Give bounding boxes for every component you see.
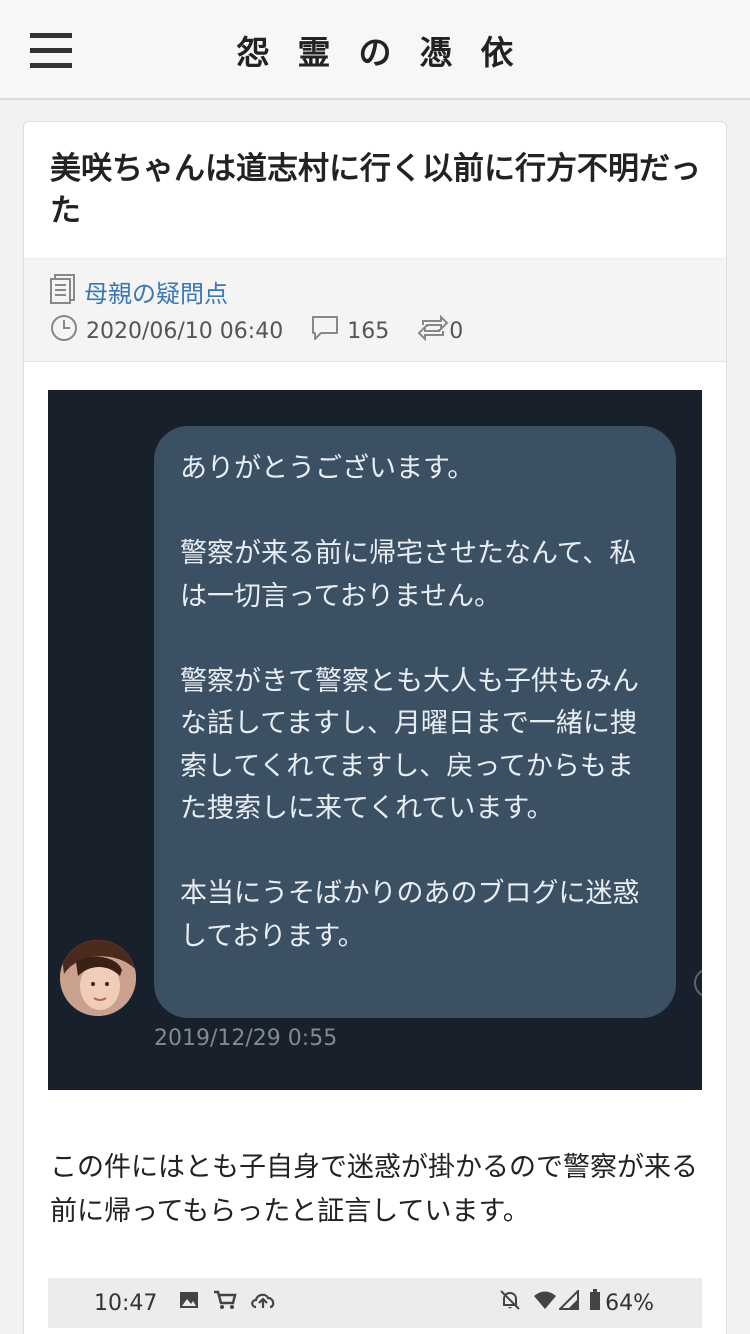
category-link[interactable]: 母親の疑問点 bbox=[84, 274, 228, 309]
chat-message: ありがとうございます。 警察が来る前に帰宅させたなんて、私は一切言っておりません… bbox=[180, 453, 640, 952]
phone-time: 10:47 bbox=[94, 1290, 158, 1316]
image-icon bbox=[179, 1290, 199, 1316]
comment-icon[interactable] bbox=[311, 315, 339, 347]
site-header: 怨霊の憑依 bbox=[0, 0, 750, 100]
post-meta: 母親の疑問点 2020/06/10 06:40 165 0 bbox=[24, 258, 726, 362]
chat-screenshot-image: ありがとうございます。 警察が来る前に帰宅させたなんて、私は一切言っておりません… bbox=[48, 390, 702, 1090]
phone-status-bar-image: 10:47 64% bbox=[48, 1278, 702, 1328]
document-icon bbox=[50, 274, 76, 308]
repost-icon[interactable] bbox=[417, 314, 449, 347]
repost-count[interactable]: 0 bbox=[449, 319, 463, 344]
battery-icon bbox=[589, 1289, 601, 1317]
post-datetime: 2020/06/10 06:40 bbox=[86, 318, 284, 344]
article-paragraph: この件にはとも子自身で迷惑が掛かるので警察が来る前に帰ってもらったと証言していま… bbox=[50, 1152, 698, 1227]
wifi-icon bbox=[533, 1290, 557, 1316]
battery-level: 64% bbox=[605, 1290, 654, 1316]
site-title[interactable]: 怨霊の憑依 bbox=[0, 26, 750, 74]
cloud-upload-icon bbox=[249, 1290, 277, 1316]
cart-icon bbox=[213, 1290, 238, 1316]
notifications-off-icon bbox=[499, 1289, 521, 1317]
reaction-icon bbox=[694, 968, 702, 998]
clock-icon bbox=[50, 314, 78, 348]
post-title[interactable]: 美咲ちゃんは道志村に行く以前に行方不明だった bbox=[50, 148, 710, 232]
article-card: 美咲ちゃんは道志村に行く以前に行方不明だった 母親の疑問点 2020/06/10… bbox=[23, 121, 727, 1334]
avatar bbox=[60, 940, 136, 1016]
chat-bubble: ありがとうございます。 警察が来る前に帰宅させたなんて、私は一切言っておりません… bbox=[154, 426, 676, 1018]
signal-icon bbox=[557, 1288, 580, 1316]
comment-count[interactable]: 165 bbox=[347, 319, 389, 344]
chat-timestamp: 2019/12/29 0:55 bbox=[154, 1026, 338, 1051]
